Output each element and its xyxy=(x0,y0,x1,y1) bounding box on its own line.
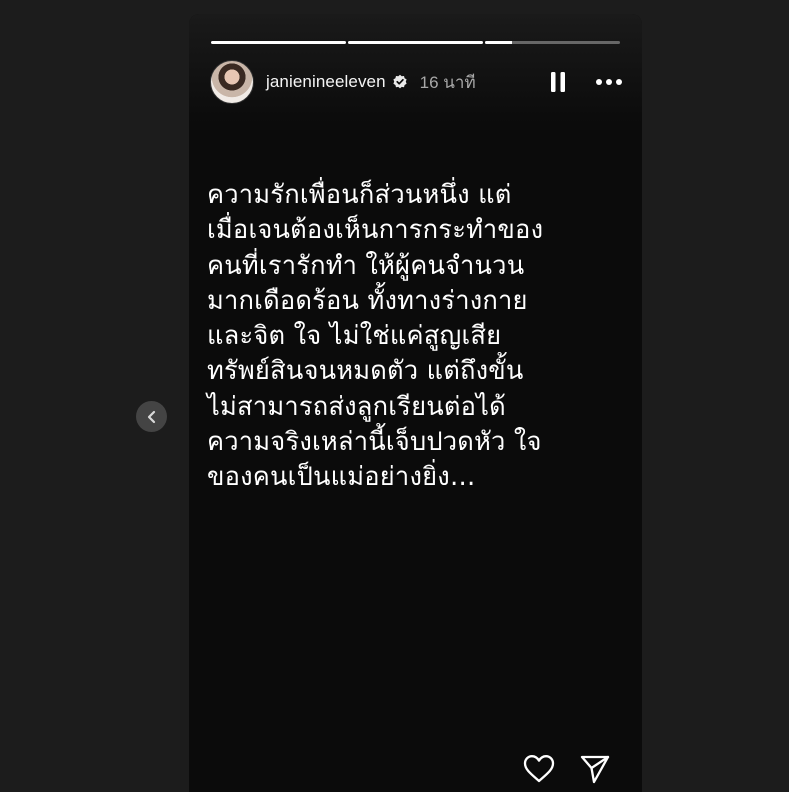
timestamp: 16 นาที xyxy=(419,72,476,92)
progress-fill xyxy=(348,41,483,44)
story-text-line: คนที่เรารักทำ ให้ผู้คนจำนวน xyxy=(207,250,525,281)
story-text-line: เมื่อเจนต้องเห็นการกระทำของ xyxy=(207,215,544,246)
story-text-line: ความรักเพื่อนก็ส่วนหนึ่ง แต่ xyxy=(207,180,512,210)
more-options-button[interactable] xyxy=(594,70,624,94)
progress-fill xyxy=(485,41,512,44)
story-text: ความรักเพื่อนก็ส่วนหนึ่ง แต่ เมื่อเจนต้อ… xyxy=(207,178,627,496)
username[interactable]: janienineeleven xyxy=(266,72,386,92)
story-text-line: มากเดือดร้อน ทั้งทางร่างกาย xyxy=(207,285,528,316)
story-text-line: ไม่สามารถส่งลูกเรียนต่อได้ xyxy=(207,391,506,422)
story-actions xyxy=(522,752,612,786)
story-card[interactable]: janienineeleven 16 นาที ความรักเพื่อนก็ส… xyxy=(189,14,642,792)
pause-button[interactable] xyxy=(548,70,568,94)
story-header: janienineeleven 16 นาที xyxy=(210,60,624,104)
pause-icon xyxy=(551,72,565,92)
progress-fill xyxy=(211,41,346,44)
story-text-line: ของคนเป็นแม่อย่างยิ่ง… xyxy=(207,462,476,493)
progress-segment xyxy=(485,41,620,44)
like-button[interactable] xyxy=(522,752,556,786)
share-button[interactable] xyxy=(578,752,612,786)
previous-story-button[interactable] xyxy=(136,401,167,432)
story-viewer: janienineeleven 16 นาที ความรักเพื่อนก็ส… xyxy=(0,0,789,792)
heart-icon xyxy=(523,755,555,783)
story-text-line: ทรัพย์สินจนหมดตัว แต่ถึงขั้น xyxy=(207,356,524,387)
progress-segment xyxy=(211,41,346,44)
story-text-line: ความจริงเหล่านี้เจ็บปวดหัว ใจ xyxy=(207,427,542,458)
progress-segment xyxy=(348,41,483,44)
progress-bars xyxy=(211,41,620,44)
avatar[interactable] xyxy=(210,60,254,104)
verified-badge-icon xyxy=(392,74,408,90)
more-horizontal-icon xyxy=(596,79,622,85)
chevron-left-icon xyxy=(147,410,155,423)
story-text-line: และจิต ใจ ไม่ใช่แค่สูญเสีย xyxy=(207,321,502,352)
send-icon xyxy=(580,755,610,784)
